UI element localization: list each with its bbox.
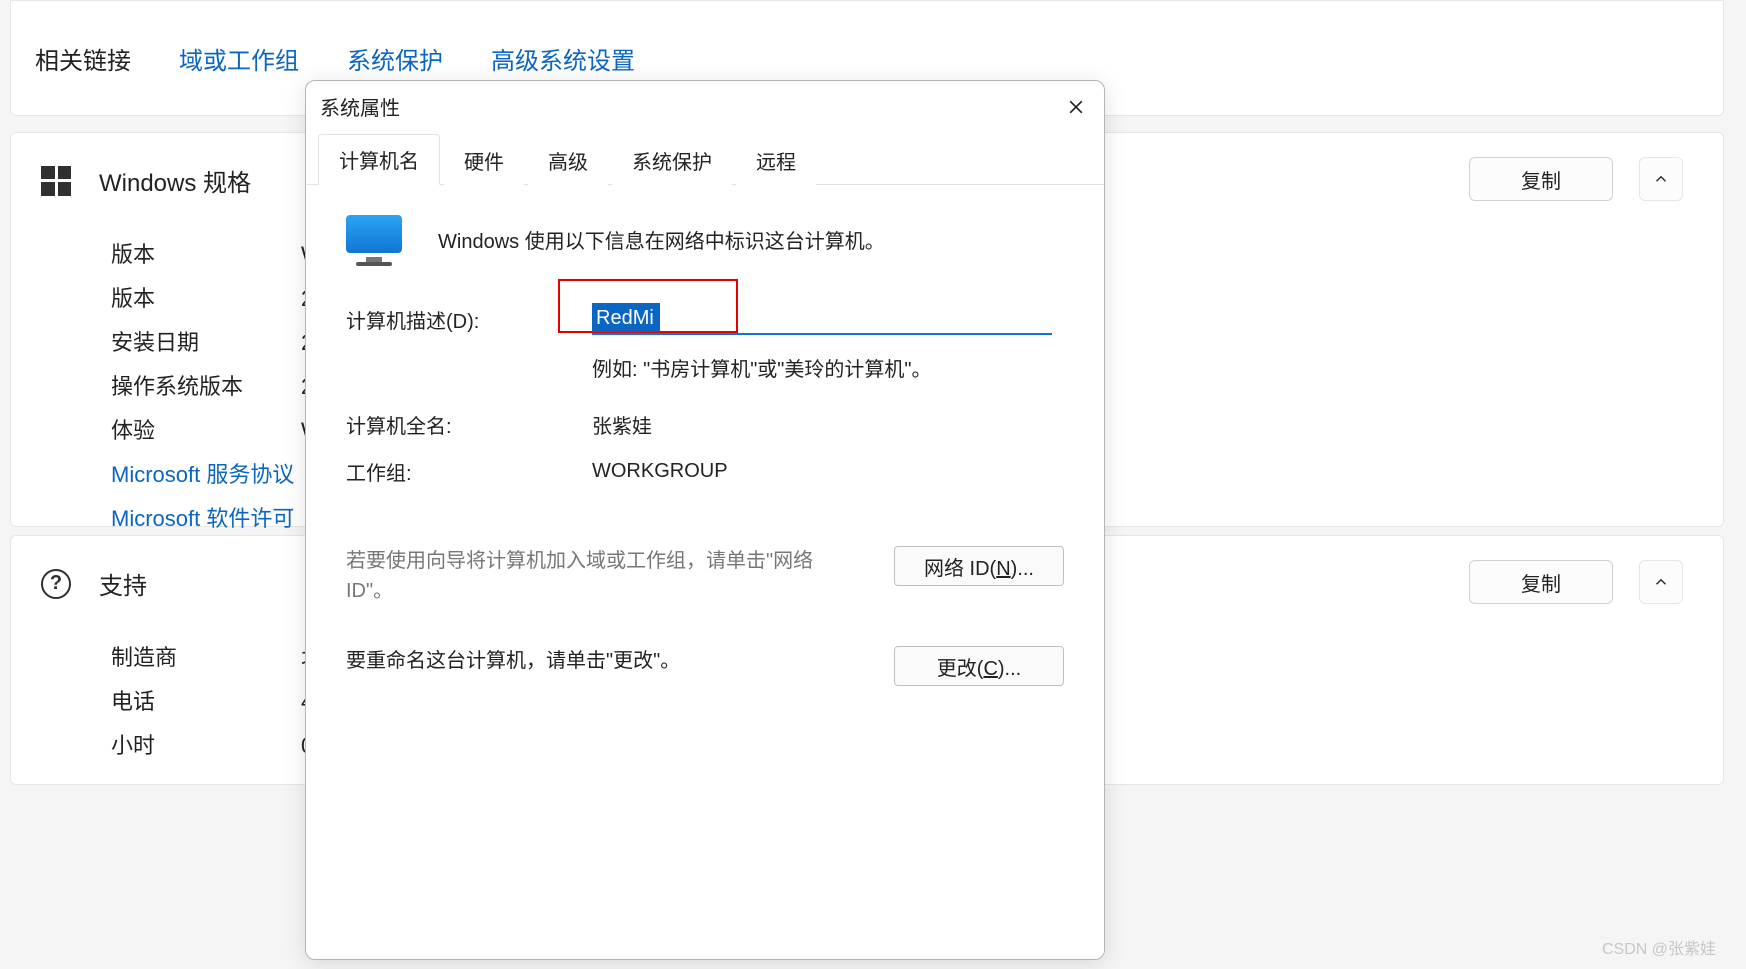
tab-remote[interactable]: 远程 xyxy=(736,136,816,185)
link-advanced-system-settings[interactable]: 高级系统设置 xyxy=(491,41,635,76)
computer-description-hint: 例如: "书房计算机"或"美玲的计算机"。 xyxy=(592,353,1064,382)
tab-hardware[interactable]: 硬件 xyxy=(444,136,524,185)
computer-description-row: 计算机描述(D): RedMi xyxy=(346,303,1064,335)
watermark: CSDN @张紫娃 xyxy=(1602,935,1716,959)
spec-key: 版本 xyxy=(111,233,301,277)
dialog-titlebar: 系统属性 xyxy=(306,81,1104,131)
monitor-icon xyxy=(346,215,402,263)
close-icon xyxy=(1066,97,1086,117)
network-id-text: 若要使用向导将计算机加入域或工作组，请单击"网络 ID"。 xyxy=(346,546,854,606)
spec-key: 操作系统版本 xyxy=(111,365,301,409)
copy-button-support[interactable]: 复制 xyxy=(1469,560,1613,604)
support-key: 制造商 xyxy=(111,636,301,680)
workgroup-value: WORKGROUP xyxy=(592,460,1064,483)
dialog-tabs: 计算机名 硬件 高级 系统保护 远程 xyxy=(306,133,1104,185)
dialog-body: Windows 使用以下信息在网络中标识这台计算机。 计算机描述(D): Red… xyxy=(306,185,1104,716)
link-domain-workgroup[interactable]: 域或工作组 xyxy=(179,41,299,76)
chevron-up-icon xyxy=(1652,170,1670,188)
computer-fullname-label: 计算机全名: xyxy=(346,410,592,439)
spec-key: 版本 xyxy=(111,277,301,321)
support-header: ? 支持 xyxy=(41,566,147,601)
dialog-title: 系统属性 xyxy=(320,92,400,121)
computer-description-selection: RedMi xyxy=(592,303,660,332)
change-button[interactable]: 更改(C)... xyxy=(894,646,1064,686)
support-expand-toggle[interactable] xyxy=(1639,560,1683,604)
chevron-up-icon xyxy=(1652,573,1670,591)
tab-advanced[interactable]: 高级 xyxy=(528,136,608,185)
computer-fullname-value: 张紫娃 xyxy=(592,410,1064,439)
support-key: 小时 xyxy=(111,724,301,768)
workgroup-row: 工作组: WORKGROUP xyxy=(346,457,1064,486)
support-key: 电话 xyxy=(111,680,301,724)
spec-key: 体验 xyxy=(111,409,301,453)
related-links-label: 相关链接 xyxy=(35,41,131,76)
copy-button-winspec[interactable]: 复制 xyxy=(1469,157,1613,201)
network-id-row: 若要使用向导将计算机加入域或工作组，请单击"网络 ID"。 网络 ID(N)..… xyxy=(346,546,1064,606)
spec-key: 安装日期 xyxy=(111,321,301,365)
support-title: 支持 xyxy=(99,566,147,601)
link-system-protection[interactable]: 系统保护 xyxy=(347,41,443,76)
windows-spec-icon xyxy=(41,166,71,196)
tab-system-protection[interactable]: 系统保护 xyxy=(612,136,732,185)
ms-service-agreement-link[interactable]: Microsoft 服务协议 xyxy=(111,453,294,497)
tab-computer-name[interactable]: 计算机名 xyxy=(318,134,440,185)
computer-description-input[interactable] xyxy=(592,303,1052,335)
rename-text: 要重命名这台计算机，请单击"更改"。 xyxy=(346,646,854,676)
rename-row: 要重命名这台计算机，请单击"更改"。 更改(C)... xyxy=(346,646,1064,686)
help-icon: ? xyxy=(41,569,71,599)
winspec-expand-toggle[interactable] xyxy=(1639,157,1683,201)
windows-spec-title: Windows 规格 xyxy=(99,163,251,198)
network-id-button[interactable]: 网络 ID(N)... xyxy=(894,546,1064,586)
dialog-close-button[interactable] xyxy=(1062,93,1090,121)
windows-spec-header: Windows 规格 xyxy=(41,163,251,198)
computer-fullname-row: 计算机全名: 张紫娃 xyxy=(346,410,1064,439)
dialog-intro-text: Windows 使用以下信息在网络中标识这台计算机。 xyxy=(438,225,885,254)
dialog-intro-row: Windows 使用以下信息在网络中标识这台计算机。 xyxy=(346,215,1064,263)
system-properties-dialog: 系统属性 计算机名 硬件 高级 系统保护 远程 Windows 使用以下信息在网… xyxy=(305,80,1105,960)
workgroup-label: 工作组: xyxy=(346,457,592,486)
computer-description-label: 计算机描述(D): xyxy=(346,305,592,334)
